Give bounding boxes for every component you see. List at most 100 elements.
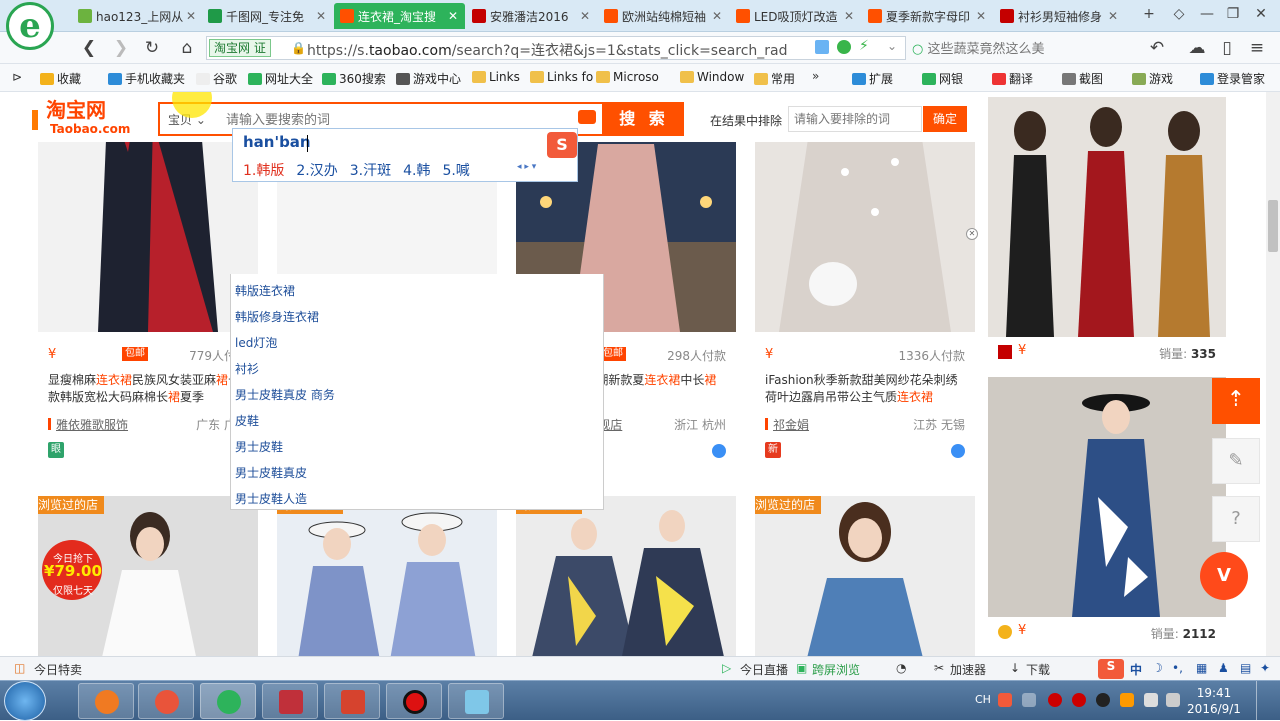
suggestion-item[interactable]: 男士皮鞋真皮 — [235, 464, 307, 481]
taskbar-app[interactable] — [262, 683, 318, 719]
suggestion-item[interactable]: 男士皮鞋 — [235, 438, 283, 455]
toolbar-item[interactable]: 游戏 — [1132, 70, 1173, 87]
product-card[interactable]: 浏览过的店 — [755, 496, 975, 656]
browser-logo-icon[interactable]: e — [6, 2, 54, 50]
suggestion-item[interactable]: 韩版连衣裙 — [235, 282, 295, 299]
toolbar-item[interactable]: 截图 — [1062, 70, 1103, 87]
url-text[interactable]: https://s.taobao.com/search?q=连衣裙&js=1&s… — [307, 40, 807, 60]
close-suggestion-icon[interactable]: ✕ — [966, 228, 978, 240]
status-item-crossscreen[interactable]: 跨屏浏览 — [812, 661, 860, 678]
taobao-logo[interactable]: 淘宝网 — [46, 100, 106, 120]
ime-page-nav-icon[interactable]: ◂ ▸ ▾ — [517, 162, 536, 172]
new-tab-icon[interactable]: + — [1138, 6, 1160, 26]
close-tab-icon[interactable]: ✕ — [447, 9, 459, 23]
bookmark-item[interactable]: Links fo — [530, 70, 593, 84]
bookmark-item[interactable]: 收藏 — [40, 70, 81, 87]
toolbar-item[interactable]: 翻译 — [992, 70, 1033, 87]
tray-icon[interactable] — [1120, 693, 1134, 707]
restore-icon[interactable]: ❐ — [1222, 6, 1244, 26]
minimize-icon[interactable]: — — [1196, 6, 1218, 26]
taskbar-app[interactable] — [138, 683, 194, 719]
search-button[interactable]: 搜 索 — [604, 102, 684, 136]
close-tab-icon[interactable]: ✕ — [975, 9, 987, 23]
status-item-download[interactable]: 下载 — [1026, 661, 1050, 678]
product-image[interactable] — [988, 97, 1226, 337]
product-title[interactable]: iFashion秋季新款甜美网纱花朵刺绣荷叶边露肩吊带公主气质连衣裙 — [765, 372, 965, 406]
shop-name[interactable]: 雅依雅歌服饰 — [56, 416, 128, 433]
product-image[interactable] — [755, 496, 975, 656]
url-dropdown-icon[interactable]: ⌄ — [887, 39, 897, 53]
bookmark-item[interactable]: Window — [680, 70, 744, 84]
product-card[interactable]: ¥包邮779人付款显瘦棉麻连衣裙民族风女装亚麻裙长款韩版宽松大码麻棉长裙夏季雅依… — [38, 92, 258, 468]
suggestion-item[interactable]: 衬衫 — [235, 360, 259, 377]
record-tray-icon[interactable] — [1048, 693, 1062, 707]
exclude-confirm-button[interactable]: 确定 — [923, 106, 967, 132]
sogou-tray-icon[interactable] — [998, 693, 1012, 707]
tab-6[interactable]: LED吸顶灯改造 ✕ — [730, 3, 861, 29]
feedback-edit-icon[interactable]: ✎ — [1212, 438, 1260, 484]
close-tab-icon[interactable]: ✕ — [843, 9, 855, 23]
suggestion-item[interactable]: 韩版修身连衣裙 — [235, 308, 319, 325]
tab-3[interactable]: 连衣裙_淘宝搜 ✕ — [334, 3, 465, 29]
ime-user-icon[interactable]: ♟ — [1218, 661, 1229, 675]
product-card[interactable]: 浏览过的店 今日抢下 ¥79.00 仅限七天 — [38, 496, 258, 656]
ime-candidate[interactable]: 4.韩 — [403, 163, 430, 179]
ime-chinese-icon[interactable]: 中 — [1130, 661, 1142, 678]
toolbar-item[interactable]: 扩展 — [852, 70, 893, 87]
product-card[interactable]: 浏览过的店 — [516, 496, 736, 656]
sogou-status-icon[interactable]: S — [1098, 659, 1124, 679]
product-image[interactable] — [516, 496, 736, 656]
ime-candidate[interactable]: 5.喊 — [442, 163, 469, 179]
shop-name[interactable]: 祁金娟 — [773, 416, 809, 433]
scrollbar-thumb[interactable] — [1268, 200, 1278, 252]
tab-7[interactable]: 夏季新款字母印 ✕ — [862, 3, 993, 29]
security-icon[interactable] — [837, 40, 851, 54]
bookmark-item[interactable]: 游戏中心 — [396, 70, 461, 87]
taobao-logo-sub[interactable]: Taobao.com — [50, 122, 130, 136]
bookmark-item[interactable]: 谷歌 — [196, 70, 237, 87]
start-button[interactable] — [4, 681, 46, 721]
right-product-card[interactable]: ¥ 销量: 2112 — [988, 377, 1226, 647]
home-icon[interactable]: ⌂ — [176, 37, 198, 59]
product-card[interactable]: 浏览过的店 — [277, 496, 497, 656]
product-image[interactable] — [277, 496, 497, 656]
suggestion-item[interactable]: 男士皮鞋人造 — [235, 490, 307, 507]
taskbar-app[interactable] — [386, 683, 442, 719]
taskbar-app[interactable] — [78, 683, 134, 719]
promo-float-icon[interactable]: V — [1200, 552, 1248, 600]
sidebar-toggle-icon[interactable]: ⊳ — [12, 70, 22, 84]
exclude-input[interactable] — [788, 106, 922, 132]
ime-tools-icon[interactable]: ▤ — [1240, 661, 1251, 675]
wangwang-chat-icon[interactable] — [951, 444, 965, 458]
tab-8[interactable]: 衬衫男短袖修身 ✕ — [994, 3, 1125, 29]
help-icon[interactable]: ? — [1212, 496, 1260, 542]
tab-2[interactable]: 千图网_专注免 ✕ — [202, 3, 333, 29]
bookmark-item[interactable]: Microso — [596, 70, 659, 84]
close-tab-icon[interactable]: ✕ — [1107, 9, 1119, 23]
close-tab-icon[interactable]: ✕ — [579, 9, 591, 23]
suggestion-item[interactable]: 男士皮鞋真皮 商务 — [235, 386, 335, 403]
cloud-icon[interactable]: ☁ — [1186, 37, 1208, 59]
undo-icon[interactable]: ↶ — [1146, 37, 1168, 59]
side-search-box[interactable]: ○ 这些蔬菜竟然这么美 — [912, 38, 1124, 58]
ime-keyboard-icon[interactable]: ▦ — [1196, 661, 1207, 675]
ime-settings-icon[interactable]: ✦ — [1260, 661, 1270, 675]
close-tab-icon[interactable]: ✕ — [315, 9, 327, 23]
status-today-sale[interactable]: 今日特卖 — [34, 661, 82, 678]
skin-icon[interactable]: ◇ — [1168, 6, 1190, 26]
site-cert-badge[interactable]: 淘宝网 证 — [209, 39, 271, 57]
tab-5[interactable]: 欧洲站纯棉短袖 ✕ — [598, 3, 729, 29]
reader-icon[interactable] — [815, 40, 829, 54]
ime-punct-icon[interactable]: •, — [1172, 661, 1183, 675]
speed-icon[interactable]: ⚡ — [859, 38, 869, 54]
product-image[interactable] — [988, 377, 1226, 617]
tray-arrow-icon[interactable] — [1022, 693, 1036, 707]
qq-tray-icon[interactable] — [1096, 693, 1110, 707]
right-product-card[interactable]: ¥ 销量: 335 — [988, 97, 1226, 367]
ime-candidate[interactable]: 2.汉办 — [296, 163, 337, 179]
status-item-accelerator[interactable]: 加速器 — [950, 661, 986, 678]
taskbar-app[interactable] — [448, 683, 504, 719]
bookmark-item[interactable]: Links — [472, 70, 520, 84]
taskbar-app[interactable] — [200, 683, 256, 719]
history-icon[interactable]: ◔ — [896, 661, 906, 675]
